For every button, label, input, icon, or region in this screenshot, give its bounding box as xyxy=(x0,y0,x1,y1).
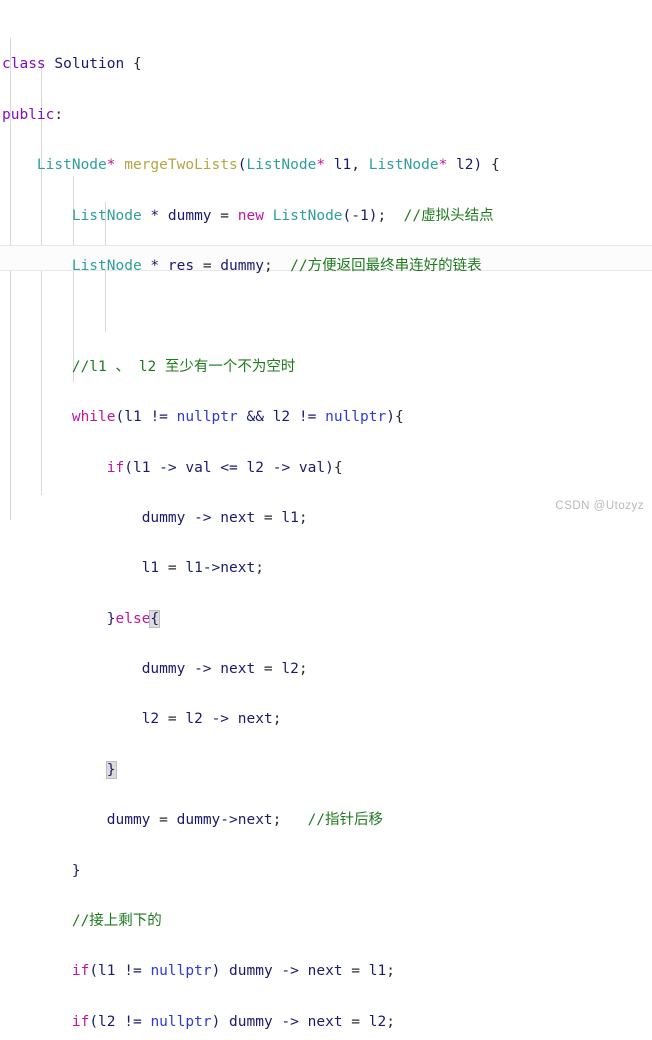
matching-brace-open: { xyxy=(149,609,161,628)
code-line: l2 = l2 -> next; xyxy=(141,711,282,728)
code-line: if(l1 != nullptr) dummy -> next = l1; xyxy=(71,963,395,980)
code-line: } xyxy=(71,862,81,879)
code-line: //l1 、 l2 至少有一个不为空时 xyxy=(71,358,296,375)
code-editor[interactable]: class Solution { public: ListNode* merge… xyxy=(0,0,652,1030)
code-line: while(l1 != nullptr && l2 != nullptr){ xyxy=(71,409,404,426)
code-line: public: xyxy=(2,106,64,123)
code-line: } xyxy=(2,758,652,783)
code-content[interactable]: class Solution { public: ListNode* merge… xyxy=(0,0,652,1040)
code-line: ListNode * res = dummy; //方便返回最终串连好的链表 xyxy=(71,257,482,274)
text-caret xyxy=(159,609,161,626)
code-line: ListNode * dummy = new ListNode(-1); //虚… xyxy=(71,207,494,224)
code-line: dummy = dummy->next; //指针后移 xyxy=(106,812,384,829)
code-line: dummy -> next = l2; xyxy=(141,661,308,678)
code-line: class Solution { xyxy=(2,56,142,73)
csdn-watermark: CSDN @Utozyz xyxy=(555,500,644,512)
code-line: //接上剩下的 xyxy=(71,913,162,930)
code-line: if(l2 != nullptr) dummy -> next = l2; xyxy=(71,1013,395,1030)
code-line: ListNode* mergeTwoLists(ListNode* l1, Li… xyxy=(36,157,500,174)
code-line: }else{ xyxy=(106,609,161,628)
code-line: l1 = l1->next; xyxy=(141,560,264,577)
code-line: if(l1 -> val <= l2 -> val){ xyxy=(106,459,343,476)
matching-brace-close: } xyxy=(105,760,117,779)
